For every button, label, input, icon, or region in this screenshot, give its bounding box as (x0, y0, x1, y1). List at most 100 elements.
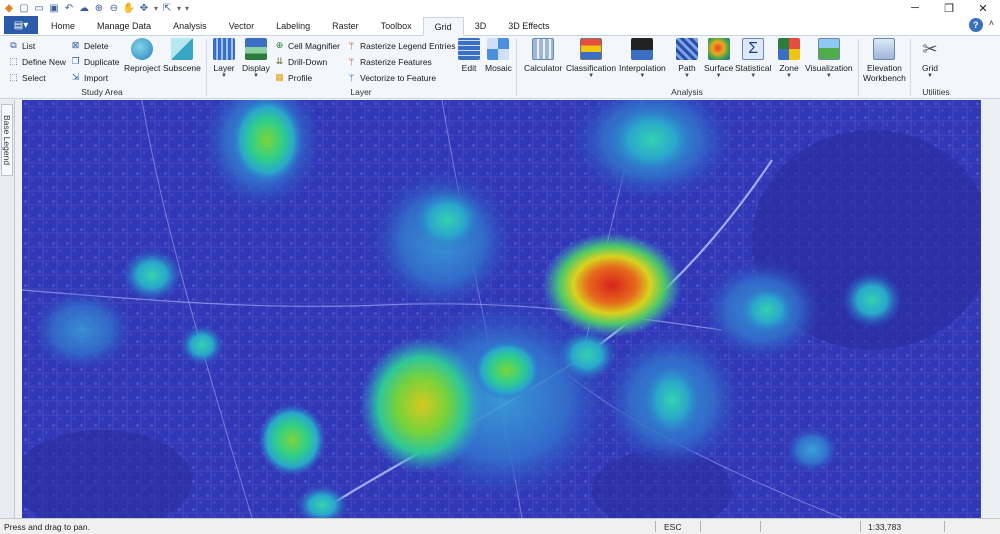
rasterize-features-button[interactable]: ᛘ Rasterize Features (346, 54, 432, 69)
density-halo (32, 290, 132, 370)
base-legend-label: Base Legend (2, 114, 13, 166)
mosaic-label: Mosaic (485, 63, 512, 73)
duplicate-button[interactable]: ❐ Duplicate (70, 54, 119, 69)
interpolation-label: Interpolation (619, 63, 666, 73)
vectorize-icon: ᛘ (348, 72, 355, 83)
base-legend-tab[interactable]: Base Legend (1, 104, 13, 176)
status-key: ESC (664, 521, 682, 532)
interpolation-button[interactable]: Interpolation ▼ (619, 38, 666, 79)
define-new-icon: ⬚ (9, 56, 18, 66)
vectorize-to-feature-button[interactable]: ᛘ Vectorize to Feature (346, 70, 436, 85)
import-icon: ⇲ (71, 72, 80, 82)
tab-analysis[interactable]: Analysis (162, 16, 218, 35)
drill-down-button[interactable]: ⇊ Drill-Down (274, 54, 327, 69)
app-logo-icon[interactable]: ◈ (2, 1, 16, 15)
reproject-label: Reproject (124, 63, 161, 73)
tab-grid[interactable]: Grid (422, 17, 464, 36)
chevron-down-icon[interactable]: ▾ (154, 4, 158, 13)
tab-labeling[interactable]: Labeling (265, 16, 321, 35)
path-button[interactable]: Path ▼ (676, 38, 698, 79)
tab-raster[interactable]: Raster (321, 16, 370, 35)
display-button[interactable]: Display ▼ (242, 38, 270, 79)
visualization-button[interactable]: Visualization ▼ (805, 38, 853, 79)
pointer-select-icon[interactable]: ⇱ (160, 1, 174, 15)
cloud-icon[interactable]: ☁ (77, 1, 91, 15)
chevron-down-icon: ▼ (221, 73, 227, 79)
subscene-button[interactable]: Subscene (163, 38, 201, 73)
surface-button[interactable]: Surface ▼ (704, 38, 733, 79)
define-new-button[interactable]: ⬚ Define New (8, 54, 66, 69)
minimize-button[interactable]: ─ (898, 0, 932, 16)
statistical-button[interactable]: Σ Statistical ▼ (735, 38, 771, 79)
zoom-out-icon[interactable]: ⊖ (107, 1, 121, 15)
status-divider (944, 521, 945, 532)
chevron-down-icon: ▼ (750, 73, 757, 79)
chevron-down-icon: ▼ (825, 73, 832, 79)
layer-grid-icon (213, 38, 235, 60)
list-icon: ⧉ (10, 40, 17, 50)
drill-down-icon: ⇊ (275, 56, 284, 66)
zone-button[interactable]: Zone ▼ (778, 38, 800, 79)
reproject-button[interactable]: Reproject (124, 38, 160, 73)
rasterize-icon: ᛘ (348, 56, 355, 67)
map-vertical-scrollbar[interactable] (981, 100, 1000, 518)
zoom-in-icon[interactable]: ⊕ (92, 1, 106, 15)
define-new-label: Define New (22, 56, 66, 67)
subscene-icon (170, 38, 193, 60)
status-message: Press and drag to pan. (4, 521, 91, 532)
classification-button[interactable]: Classification ▼ (566, 38, 616, 79)
status-divider (760, 521, 761, 532)
customize-qat-icon[interactable]: ▾ (185, 4, 189, 13)
hotspot (258, 404, 326, 476)
hotspot (557, 329, 617, 381)
map-view[interactable] (22, 100, 981, 518)
edit-button[interactable]: Edit (458, 38, 480, 73)
chevron-down-icon: ▼ (684, 73, 690, 79)
undo-icon[interactable]: ↶ (62, 1, 76, 15)
pan-hand-icon[interactable]: ✋ (122, 1, 136, 15)
new-file-icon[interactable]: ▢ (17, 1, 31, 15)
display-label: Display (242, 63, 270, 73)
status-bar: Press and drag to pan. ESC 1:33,783 (0, 518, 1000, 534)
layer-button[interactable]: Layer ▼ (213, 38, 235, 79)
tab-toolbox[interactable]: Toolbox (370, 16, 423, 35)
study-area-group: ⧉ List ⬚ Define New ⬚ Select ⊠ Delete ❐ … (0, 36, 204, 99)
tab-vector[interactable]: Vector (218, 16, 266, 35)
file-menu-button[interactable]: ▤▾ (4, 16, 38, 34)
left-panel-rail: Base Legend (0, 100, 15, 518)
utilities-group-label: Utilities (922, 87, 950, 97)
select-button[interactable]: ⬚ Select (8, 70, 45, 85)
drill-down-label: Drill-Down (288, 56, 328, 67)
chevron-down-icon: ▼ (927, 73, 933, 79)
tab-3d[interactable]: 3D (464, 16, 498, 35)
grid-utilities-button[interactable]: ✂ Grid ▼ (919, 38, 941, 80)
tab-home[interactable]: Home (40, 16, 86, 35)
cell-magnifier-button[interactable]: ⊕ Cell Magnifier (274, 38, 340, 53)
save-icon[interactable]: ▣ (47, 1, 61, 15)
rasterize-legend-entries-button[interactable]: ᛘ Rasterize Legend Entries (346, 38, 456, 53)
chevron-down-icon[interactable]: ▾ (177, 4, 181, 13)
mosaic-button[interactable]: Mosaic (485, 38, 512, 73)
calculator-button[interactable]: Calculator (524, 38, 562, 73)
import-button[interactable]: ⇲ Import (70, 70, 108, 85)
tab-3d-effects[interactable]: 3D Effects (497, 16, 560, 35)
delete-button[interactable]: ⊠ Delete (70, 38, 109, 53)
reproject-icon (131, 38, 154, 60)
group-divider (858, 39, 859, 96)
visualization-icon (817, 38, 840, 60)
full-extent-icon[interactable]: ✥ (137, 1, 151, 15)
elevation-workbench-button[interactable]: Elevation Workbench (863, 38, 906, 83)
maximize-button[interactable]: ❐ (932, 0, 966, 16)
profile-button[interactable]: ▦ Profile (274, 70, 312, 85)
list-label: List (22, 40, 36, 51)
ribbon: ⧉ List ⬚ Define New ⬚ Select ⊠ Delete ❐ … (0, 36, 1000, 99)
open-folder-icon[interactable]: ▭ (32, 1, 46, 15)
collapse-ribbon-icon[interactable]: ˄ (989, 18, 994, 32)
list-button[interactable]: ⧉ List (8, 38, 35, 53)
display-icon (244, 38, 267, 60)
title-bar: ◈ ▢ ▭ ▣ ↶ ☁ ⊕ ⊖ ✋ ✥ ▾ ⇱ ▾ ▾ ─ ❐ ✕ (0, 0, 1000, 16)
tab-manage-data[interactable]: Manage Data (86, 16, 162, 35)
close-button[interactable]: ✕ (966, 0, 1000, 16)
help-icon[interactable]: ? (968, 18, 983, 32)
study-area-group-label: Study Area (81, 87, 123, 97)
